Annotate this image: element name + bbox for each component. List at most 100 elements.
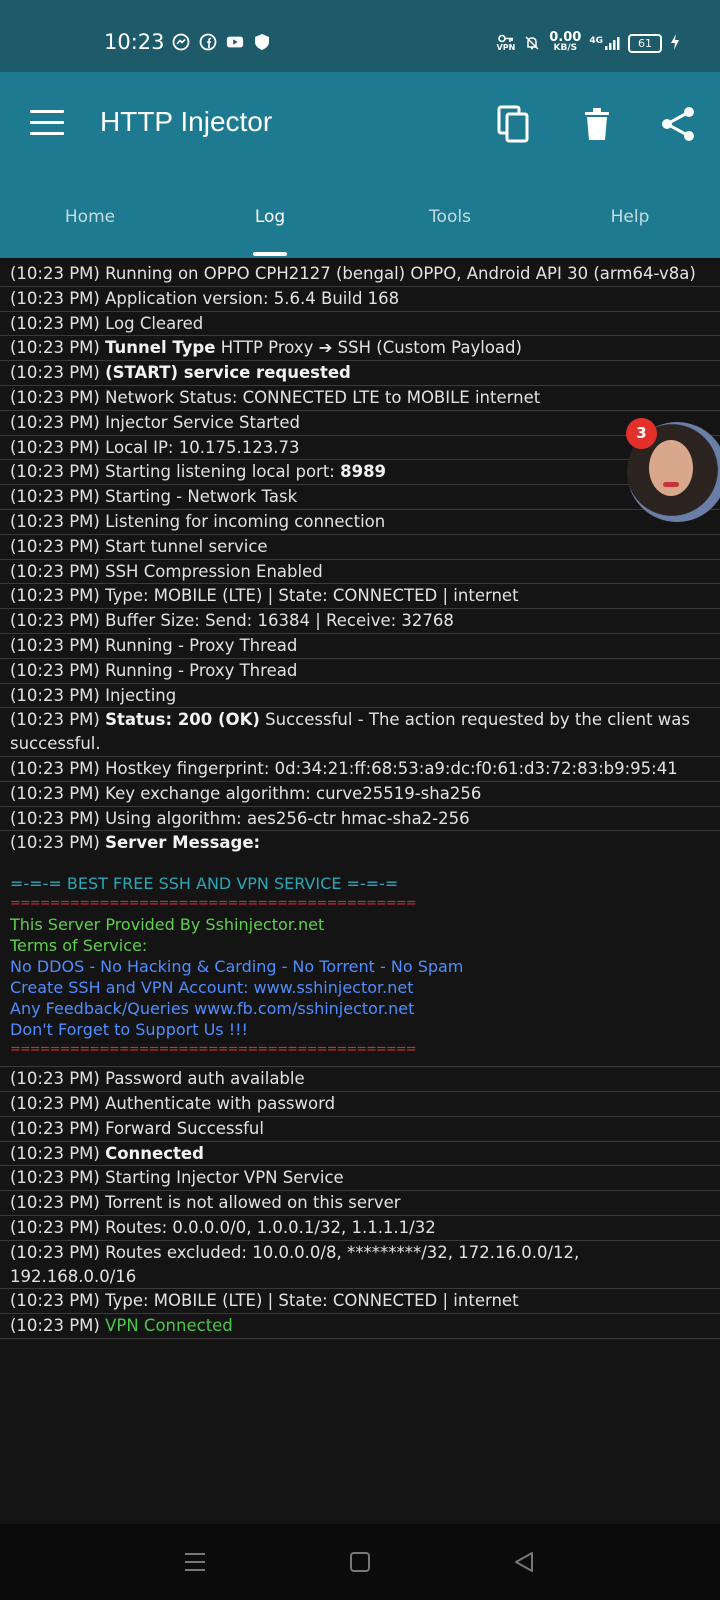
log-timestamp: (10:23 PM) [10,1168,100,1188]
log-timestamp: (10:23 PM) [10,635,100,655]
log-timestamp: (10:23 PM) [10,1093,100,1113]
log-line: (10:23 PM) Password auth available [0,1067,720,1092]
log-text: Application version: 5.6.4 Build 168 [105,288,400,308]
server-terms: Terms of Service: [10,936,148,956]
tab-tools[interactable]: Tools [360,204,540,258]
vpn-label: VPN [496,43,516,52]
log-text: Torrent is not allowed on this server [105,1193,401,1213]
log-line: (10:23 PM) Injecting [0,684,720,709]
log-line: (10:23 PM) Listening for incoming connec… [0,510,720,535]
log-text: Routes: 0.0.0.0/0, 1.0.0.1/32, 1.1.1.1/3… [105,1217,436,1237]
mute-bell-icon [523,34,541,52]
log-timestamp: (10:23 PM) [10,1193,100,1213]
navigation-bar [0,1524,720,1600]
tab-home[interactable]: Home [0,204,180,258]
home-icon [350,1552,370,1572]
log-text: Injecting [105,685,177,705]
log-line-vpn-connected: (10:23 PM) VPN Connected [0,1314,720,1339]
log-text: Local IP: 10.175.123.73 [105,437,300,457]
notification-icons [172,33,271,51]
log-timestamp: (10:23 PM) [10,1069,100,1089]
status-bar: 10:23 VPN 0.00 KB/S 4G 61 [0,0,720,72]
hamburger-icon-line [30,132,64,135]
log-view[interactable]: (10:23 PM) Running on OPPO CPH2127 (beng… [0,262,720,1339]
log-timestamp: (10:23 PM) [10,412,100,432]
system-indicators: VPN 0.00 KB/S 4G 61 [496,31,680,54]
log-timestamp: (10:23 PM) [10,660,100,680]
log-line: (10:23 PM) Running on OPPO CPH2127 (beng… [0,262,720,287]
chat-head-badge: 3 [626,418,657,449]
copy-button[interactable] [494,104,534,144]
back-button[interactable] [512,1550,538,1574]
log-text: Using algorithm: aes256-ctr hmac-sha2-25… [105,808,470,828]
log-timestamp: (10:23 PM) [10,611,100,631]
share-button[interactable] [658,104,698,144]
log-line: (10:23 PM) Local IP: 10.175.123.73 [0,436,720,461]
log-bold-text: Status: 200 (OK) [105,710,260,730]
app-bar: HTTP Injector Home Log Tools Help [0,72,720,258]
log-timestamp: (10:23 PM) [10,313,100,333]
log-timestamp: (10:23 PM) [10,758,100,778]
log-line: (10:23 PM) Start tunnel service [0,535,720,560]
charging-icon [670,33,680,53]
network-speed: 0.00 KB/S [549,31,581,54]
log-timestamp: (10:23 PM) [10,288,100,308]
log-line: (10:23 PM) Buffer Size: Send: 16384 | Re… [0,609,720,634]
tab-help[interactable]: Help [540,204,720,258]
signal-icon: 4G [589,36,620,50]
log-timestamp: (10:23 PM) [10,462,100,482]
log-list: (10:23 PM) Running on OPPO CPH2127 (beng… [0,262,720,832]
server-divider: ========================================… [10,896,417,912]
youtube-icon [226,33,244,51]
log-timestamp: (10:23 PM) [10,487,100,507]
share-icon [662,107,694,141]
speed-unit: KB/S [553,43,578,53]
log-line: (10:23 PM) (START) service requested [0,361,720,386]
server-provided-by: This Server Provided By Sshinjector.net [10,915,325,935]
battery-level: 61 [638,36,652,50]
log-line: (10:23 PM) Tunnel Type HTTP Proxy ➔ SSH … [0,336,720,362]
menu-button[interactable] [30,110,64,138]
recents-icon [185,1553,205,1571]
log-bold-value: 8989 [340,462,387,482]
log-text: Network Status: CONNECTED LTE to MOBILE … [105,387,541,407]
log-timestamp: (10:23 PM) [10,363,100,383]
home-button[interactable] [348,1550,374,1574]
log-text: SSH Compression Enabled [105,561,323,581]
log-text: Type: MOBILE (LTE) | State: CONNECTED | … [105,586,519,606]
log-line: (10:23 PM) SSH Compression Enabled [0,560,720,585]
app-title: HTTP Injector [100,106,273,137]
avatar-lips [663,482,679,487]
log-list-after: (10:23 PM) Password auth available (10:23… [0,1067,720,1315]
log-timestamp: (10:23 PM) [10,536,100,556]
log-text: Running - Proxy Thread [105,660,298,680]
log-text: Starting listening local port: [105,462,335,482]
log-timestamp: (10:23 PM) [10,264,100,283]
log-timestamp: (10:23 PM) [10,338,100,358]
log-text: Forward Successful [105,1118,264,1138]
log-text: Password auth available [105,1069,305,1089]
delete-button[interactable] [577,104,617,144]
server-message-label: Server Message: [105,833,261,853]
log-text: Log Cleared [105,313,204,333]
log-text: Key exchange algorithm: curve25519-sha25… [105,783,482,803]
status-time: 10:23 [104,30,165,54]
copy-icon [497,105,529,143]
log-bold-text: (START) service requested [105,363,351,383]
log-text: Type: MOBILE (LTE) | State: CONNECTED | … [105,1291,519,1311]
recents-button[interactable] [182,1550,208,1574]
log-timestamp: (10:23 PM) [10,710,100,730]
server-message-block: =-=-= BEST FREE SSH AND VPN SERVICE =-=-… [0,855,720,1068]
log-timestamp: (10:23 PM) [10,783,100,803]
log-text: Listening for incoming connection [105,511,386,531]
log-text: Starting - Network Task [105,487,298,507]
tab-log[interactable]: Log [180,204,360,258]
log-timestamp: (10:23 PM) [10,808,100,828]
log-bold-text: Connected [105,1143,204,1163]
log-line: (10:23 PM) Starting Injector VPN Service [0,1166,720,1192]
avatar-face [649,440,693,496]
tab-bar: Home Log Tools Help [0,204,720,258]
log-text: Buffer Size: Send: 16384 | Receive: 3276… [105,611,454,631]
log-text: Running on OPPO CPH2127 (bengal) OPPO, A… [105,264,696,283]
log-line: (10:23 PM) Torrent is not allowed on thi… [0,1191,720,1216]
